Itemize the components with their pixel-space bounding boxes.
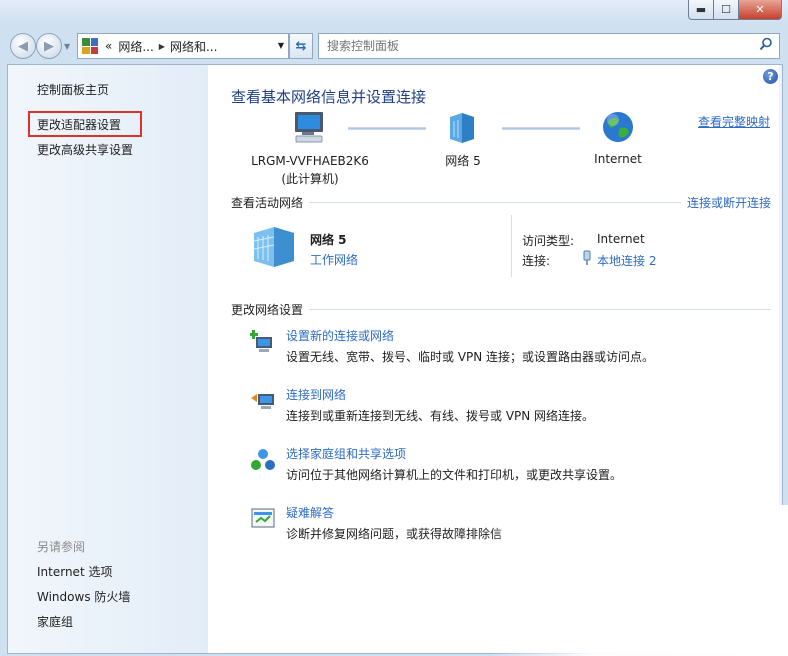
change-settings-title: 更改网络设置 <box>231 303 304 317</box>
title-bar: ▬ ☐ ✕ <box>0 0 788 26</box>
access-type-label: 访问类型: <box>522 234 575 248</box>
change-adapter-settings-link[interactable]: 更改适配器设置 <box>37 116 121 133</box>
computer-name: LRGM-VVFHAEB2K6 <box>251 154 369 168</box>
breadcrumb-network[interactable]: 网络... <box>115 38 156 55</box>
active-network-name: 网络 5 <box>310 233 347 247</box>
recent-pages-dropdown-icon[interactable]: ▼ <box>64 42 70 51</box>
network-map-label: 网络 5 <box>445 154 481 168</box>
connect-to-network-desc: 连接到或重新连接到无线、有线、拨号或 VPN 网络连接。 <box>286 409 595 423</box>
control-panel-window: ▬ ☐ ✕ ◀ ▶ ▼ « 网络... ▶ 网络和... ▼ ⇆ 搜索控制面板 … <box>0 0 788 656</box>
refresh-button[interactable]: ⇆ <box>289 33 313 59</box>
close-button[interactable]: ✕ <box>739 0 782 20</box>
divider <box>309 309 771 310</box>
windows-firewall-link[interactable]: Windows 防火墙 <box>37 588 130 605</box>
building-network-icon <box>250 223 300 267</box>
active-networks-title: 查看活动网络 <box>231 196 304 210</box>
connections-label: 连接: <box>522 254 551 268</box>
troubleshoot-link[interactable]: 疑难解答 <box>286 504 334 521</box>
page-title: 查看基本网络信息并设置连接 <box>231 88 427 106</box>
homegroup-sharing-link[interactable]: 选择家庭组和共享选项 <box>286 445 406 462</box>
active-networks-header: 查看活动网络 连接或断开连接 <box>231 194 771 211</box>
map-connector-line <box>502 127 580 130</box>
connect-disconnect-link[interactable]: 连接或断开连接 <box>687 194 771 211</box>
forward-button[interactable]: ▶ <box>36 33 62 59</box>
homegroup-link[interactable]: 家庭组 <box>37 613 73 630</box>
view-full-map-link[interactable]: 查看完整映射 <box>698 113 770 130</box>
see-also-heading: 另请参阅 <box>37 540 86 554</box>
troubleshoot-desc: 诊断并修复网络问题，或获得故障排除信 <box>286 527 503 541</box>
connect-to-network-link[interactable]: 连接到网络 <box>286 386 346 403</box>
connect-network-icon <box>250 388 276 414</box>
map-connector-line <box>348 127 426 130</box>
change-settings-header: 更改网络设置 <box>231 301 771 318</box>
caption-buttons: ▬ ☐ ✕ <box>688 0 782 20</box>
control-panel-icon <box>82 38 98 54</box>
search-icon[interactable] <box>759 37 779 55</box>
maximize-button[interactable]: ☐ <box>714 0 739 20</box>
setup-new-connection-link[interactable]: 设置新的连接或网络 <box>286 327 394 344</box>
control-panel-home-link[interactable]: 控制面板主页 <box>37 81 109 98</box>
divider <box>309 202 681 203</box>
troubleshoot-icon <box>250 506 276 532</box>
image-glare-overlay <box>488 505 788 656</box>
new-connection-icon <box>249 329 276 355</box>
search-input[interactable] <box>319 38 759 54</box>
minimize-button[interactable]: ▬ <box>688 0 714 20</box>
navigation-bar: ◀ ▶ ▼ « 网络... ▶ 网络和... ▼ ⇆ <box>0 30 788 62</box>
computer-subtitle: (此计算机) <box>281 172 339 186</box>
setup-new-connection-desc: 设置无线、宽带、拨号、临时或 VPN 连接；或设置路由器或访问点。 <box>286 350 655 364</box>
search-box <box>318 33 780 59</box>
left-nav-pane: 控制面板主页 更改适配器设置 更改高级共享设置 另请参阅 Internet 选项… <box>8 65 208 653</box>
network-type-link[interactable]: 工作网络 <box>310 251 358 268</box>
address-bar[interactable]: « 网络... ▶ 网络和... ▼ <box>77 33 289 59</box>
breadcrumb-network-sharing[interactable]: 网络和... <box>167 38 220 55</box>
address-overflow[interactable]: « <box>102 39 115 53</box>
internet-options-link[interactable]: Internet 选项 <box>37 563 112 580</box>
local-connection-link[interactable]: 本地连接 2 <box>597 252 656 269</box>
chevron-right-icon[interactable]: ▶ <box>157 42 167 51</box>
back-button[interactable]: ◀ <box>10 33 36 59</box>
internet-globe-icon <box>601 110 635 144</box>
internet-map-label: Internet <box>594 152 642 166</box>
access-type-value: Internet <box>597 232 645 246</box>
homegroup-sharing-icon <box>250 447 276 473</box>
vertical-divider <box>511 215 512 277</box>
network-icon <box>446 111 480 145</box>
computer-label: LRGM-VVFHAEB2K6 (此计算机) <box>240 152 380 188</box>
address-dropdown-icon[interactable]: ▼ <box>278 41 284 50</box>
adapter-plug-icon <box>581 250 593 266</box>
homegroup-sharing-desc: 访问位于其他网络计算机上的文件和打印机，或更改共享设置。 <box>286 468 623 482</box>
computer-icon <box>292 110 328 146</box>
help-icon[interactable]: ? <box>763 69 778 84</box>
change-advanced-sharing-link[interactable]: 更改高级共享设置 <box>37 141 133 158</box>
